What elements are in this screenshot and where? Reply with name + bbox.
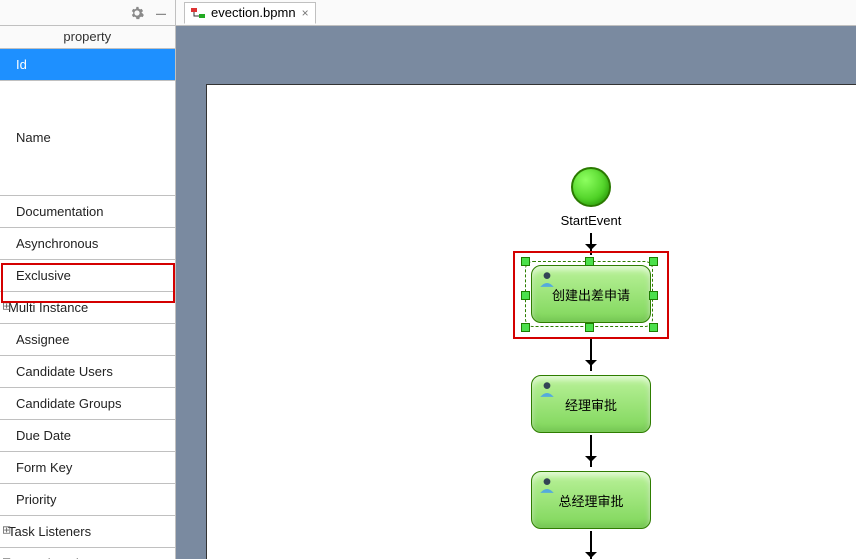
resize-handle[interactable] xyxy=(521,257,530,266)
task-create-evection[interactable]: 创建出差申请 xyxy=(531,265,651,323)
properties-panel: – property value Id _2 Name 创建出差申请 xyxy=(0,0,176,559)
properties-toolbar: – xyxy=(0,0,175,26)
row-multi-instance[interactable]: Multi Instance xyxy=(0,291,175,323)
canvas[interactable]: StartEvent 创建出差申请 xyxy=(176,26,856,559)
prop-label: Assignee xyxy=(0,323,175,355)
user-task-icon xyxy=(538,380,556,398)
bpmn-file-icon xyxy=(191,6,205,20)
row-name[interactable]: Name 创建出差申请 xyxy=(0,80,175,195)
task-gm-approve[interactable]: 总经理审批 xyxy=(531,471,651,529)
row-form-key[interactable]: Form Key xyxy=(0,451,175,483)
prop-label: Id xyxy=(0,48,175,80)
prop-label: Documentation xyxy=(0,195,175,227)
start-event-node[interactable] xyxy=(571,167,611,207)
resize-handle[interactable] xyxy=(521,323,530,332)
editor-tabbar: evection.bpmn × xyxy=(176,0,856,26)
resize-handle[interactable] xyxy=(521,291,530,300)
task-label: 经理审批 xyxy=(565,395,617,414)
col-property: property xyxy=(0,26,175,48)
task-label: 创建出差申请 xyxy=(552,285,630,304)
user-task-icon xyxy=(538,270,556,288)
prop-label: Due Date xyxy=(0,419,175,451)
resize-handle[interactable] xyxy=(585,323,594,332)
resize-handle[interactable] xyxy=(585,257,594,266)
sequence-flow[interactable] xyxy=(590,531,592,559)
task-label: 总经理审批 xyxy=(558,491,623,510)
resize-handle[interactable] xyxy=(649,323,658,332)
sequence-flow[interactable] xyxy=(590,339,592,371)
tab-evection[interactable]: evection.bpmn × xyxy=(184,2,316,24)
diagram-sheet[interactable]: StartEvent 创建出差申请 xyxy=(206,84,856,559)
row-task-listeners[interactable]: Task Listeners xyxy=(0,515,175,547)
resize-handle[interactable] xyxy=(649,257,658,266)
user-task-icon xyxy=(538,476,556,494)
sequence-flow[interactable] xyxy=(590,435,592,467)
prop-label: Candidate Groups xyxy=(0,387,175,419)
gear-icon[interactable] xyxy=(129,5,145,21)
minimize-icon[interactable]: – xyxy=(153,5,169,21)
row-assignee[interactable]: Assignee zhangsan xyxy=(0,323,175,355)
tab-title: evection.bpmn xyxy=(211,5,296,20)
prop-label: Exclusive xyxy=(0,259,175,291)
prop-label: Form Key xyxy=(0,451,175,483)
row-id[interactable]: Id _2 xyxy=(0,48,175,80)
row-candidate-groups[interactable]: Candidate Groups xyxy=(0,387,175,419)
prop-label: Task Listeners xyxy=(0,515,175,547)
resize-handle[interactable] xyxy=(649,291,658,300)
row-candidate-users[interactable]: Candidate Users xyxy=(0,355,175,387)
row-execution-listeners[interactable]: Execution Listeners xyxy=(0,547,175,559)
prop-label: Multi Instance xyxy=(0,291,175,323)
task-manager-approve[interactable]: 经理审批 xyxy=(531,375,651,433)
properties-table: property value Id _2 Name 创建出差申请 Documen… xyxy=(0,26,175,559)
prop-label: Name xyxy=(0,80,175,195)
row-priority[interactable]: Priority xyxy=(0,483,175,515)
editor-area: evection.bpmn × StartEvent 创建出差申请 xyxy=(176,0,856,559)
start-event-label: StartEvent xyxy=(541,213,641,228)
prop-label: Priority xyxy=(0,483,175,515)
prop-label: Asynchronous xyxy=(0,227,175,259)
prop-label: Candidate Users xyxy=(0,355,175,387)
close-icon[interactable]: × xyxy=(302,6,309,20)
row-due-date[interactable]: Due Date xyxy=(0,419,175,451)
row-documentation[interactable]: Documentation xyxy=(0,195,175,227)
row-asynchronous[interactable]: Asynchronous xyxy=(0,227,175,259)
row-exclusive[interactable]: Exclusive xyxy=(0,259,175,291)
prop-label: Execution Listeners xyxy=(0,547,175,559)
